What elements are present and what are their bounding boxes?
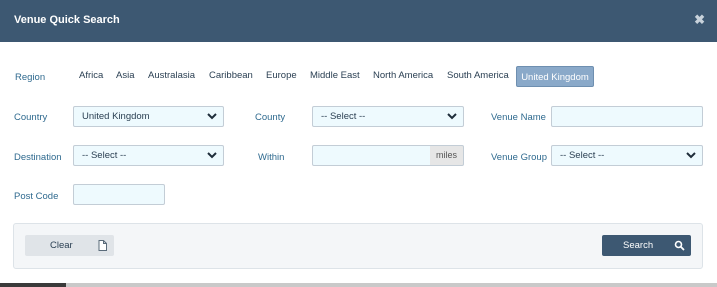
region-caribbean[interactable]: Caribbean bbox=[209, 70, 253, 81]
venue-quick-search-modal: Venue Quick Search ✖ Region Africa Asia … bbox=[0, 0, 717, 287]
county-select[interactable]: -- Select -- bbox=[312, 106, 464, 127]
chevron-down-icon bbox=[686, 152, 696, 159]
county-value: -- Select -- bbox=[321, 111, 366, 122]
region-south-america[interactable]: South America bbox=[447, 70, 509, 81]
venue-group-select[interactable]: -- Select -- bbox=[551, 145, 703, 166]
within-input[interactable] bbox=[312, 145, 431, 166]
scrollbar-thumb[interactable] bbox=[0, 283, 66, 287]
region-africa[interactable]: Africa bbox=[79, 70, 103, 81]
modal-footer bbox=[13, 223, 703, 269]
search-button[interactable]: Search bbox=[602, 235, 691, 256]
region-middle-east[interactable]: Middle East bbox=[310, 70, 360, 81]
destination-select[interactable]: -- Select -- bbox=[73, 145, 224, 166]
country-select[interactable]: United Kingdom bbox=[73, 106, 224, 127]
search-button-label: Search bbox=[623, 240, 654, 251]
region-australasia[interactable]: Australasia bbox=[148, 70, 195, 81]
region-label: Region bbox=[15, 72, 46, 83]
venue-name-input[interactable] bbox=[551, 106, 703, 127]
destination-value: -- Select -- bbox=[82, 150, 127, 161]
search-icon bbox=[674, 240, 685, 251]
venue-name-label: Venue Name bbox=[491, 112, 546, 123]
county-label: County bbox=[255, 112, 286, 123]
file-icon bbox=[98, 240, 107, 251]
modal-title: Venue Quick Search bbox=[14, 14, 120, 26]
within-label: Within bbox=[258, 152, 285, 163]
venue-group-value: -- Select -- bbox=[560, 150, 605, 161]
modal-header: Venue Quick Search ✖ bbox=[0, 0, 717, 42]
chevron-down-icon bbox=[447, 113, 457, 120]
chevron-down-icon bbox=[207, 152, 217, 159]
country-label: Country bbox=[14, 112, 48, 123]
region-europe[interactable]: Europe bbox=[266, 70, 297, 81]
clear-button[interactable]: Clear bbox=[25, 235, 114, 256]
post-code-input[interactable] bbox=[73, 184, 165, 205]
chevron-down-icon bbox=[207, 113, 217, 120]
region-asia[interactable]: Asia bbox=[116, 70, 134, 81]
country-value: United Kingdom bbox=[82, 111, 150, 122]
window-scrollbar[interactable] bbox=[0, 283, 717, 287]
post-code-label: Post Code bbox=[14, 191, 59, 202]
close-icon[interactable]: ✖ bbox=[694, 13, 705, 27]
clear-button-label: Clear bbox=[50, 240, 73, 251]
region-united-kingdom[interactable]: United Kingdom bbox=[516, 66, 594, 87]
destination-label: Destination bbox=[14, 152, 62, 163]
region-north-america[interactable]: North America bbox=[373, 70, 433, 81]
miles-addon: miles bbox=[430, 145, 464, 166]
venue-group-label: Venue Group bbox=[491, 152, 547, 163]
